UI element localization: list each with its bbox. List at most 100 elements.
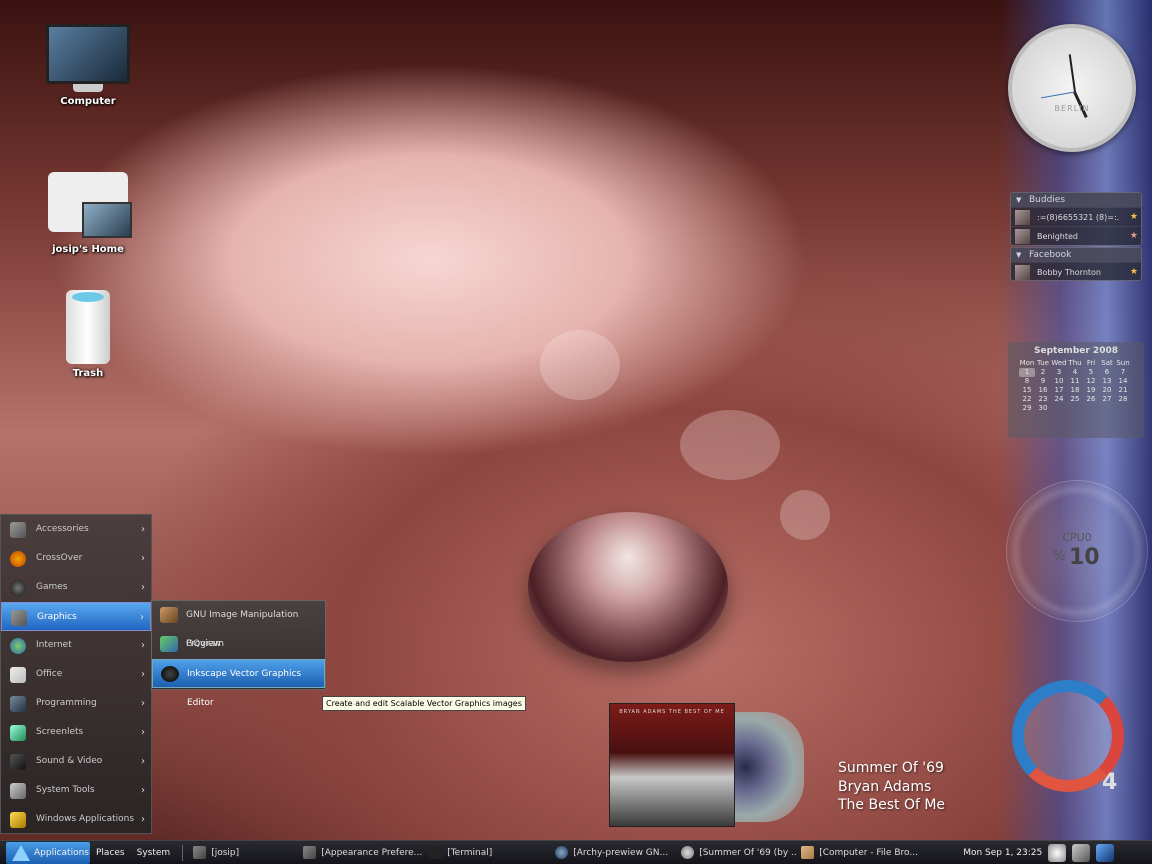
chevron-right-icon: › xyxy=(141,814,145,825)
calendar-grid: Mon Tue Wed Thu Fri Sat Sun 1 2 3 4 5 6 7 8 9 10 11 12 13 14… xyxy=(1019,359,1144,413)
calendar-day[interactable]: 2 xyxy=(1035,368,1051,377)
internet-icon xyxy=(10,638,26,654)
buddy-item[interactable]: Benighted ★ xyxy=(1011,226,1141,245)
task-josip[interactable]: [josip] xyxy=(189,842,299,864)
gimp-icon xyxy=(160,607,178,623)
menu-item-programming[interactable]: Programming › xyxy=(1,689,151,718)
calendar-weekday: Thu xyxy=(1068,359,1082,367)
calendar-day[interactable]: 25 xyxy=(1067,395,1083,404)
calendar-day[interactable]: 17 xyxy=(1051,386,1067,395)
task-label: [Appearance Prefere... xyxy=(321,847,423,858)
calendar-weekday: Wed xyxy=(1051,359,1067,367)
menu-item-crossover[interactable]: CrossOver › xyxy=(1,544,151,573)
calendar-day[interactable]: 13 xyxy=(1099,377,1115,386)
menu-item-system-tools[interactable]: System Tools › xyxy=(1,776,151,805)
calendar-day[interactable]: 3 xyxy=(1051,368,1067,377)
calendar-day[interactable]: 14 xyxy=(1115,377,1131,386)
calendar-day[interactable]: 18 xyxy=(1067,386,1083,395)
volume-icon[interactable] xyxy=(1048,843,1067,862)
buddy-item[interactable]: Bobby Thornton ★ xyxy=(1011,262,1141,281)
appearance-icon xyxy=(303,845,317,859)
buddies-header[interactable]: Buddies xyxy=(1011,193,1141,207)
calendar-day[interactable]: 24 xyxy=(1051,395,1067,404)
cpu-meter-widget[interactable]: CPU0 % 10 xyxy=(1006,480,1148,622)
calendar-day[interactable]: 30 xyxy=(1035,404,1051,413)
buddy-item[interactable]: :=(8)6655321 (8)=:. ★ xyxy=(1011,207,1141,226)
show-desktop-icon[interactable] xyxy=(1096,843,1115,862)
network-icon[interactable] xyxy=(1072,843,1091,862)
calendar-day[interactable]: 5 xyxy=(1083,368,1099,377)
submenu-item-label: GQview xyxy=(186,639,221,649)
album-cover[interactable]: BRYAN ADAMS THE BEST OF ME xyxy=(609,703,735,827)
desktop-icon-computer[interactable]: Computer xyxy=(33,24,143,107)
task-archy[interactable]: [Archy-prewiew GN... xyxy=(551,842,677,864)
programming-icon xyxy=(10,696,26,712)
menu-item-label: Graphics xyxy=(37,612,77,622)
menu-item-label: System Tools xyxy=(36,785,95,795)
calendar-day[interactable]: 19 xyxy=(1083,386,1099,395)
clock-city: BERLIN xyxy=(1054,104,1090,113)
clock-datetime[interactable]: Mon Sep 1, 23:25 xyxy=(963,848,1042,858)
calendar-day[interactable]: 22 xyxy=(1019,395,1035,404)
clock-widget[interactable]: BERLIN xyxy=(1008,24,1136,152)
chevron-right-icon: › xyxy=(141,698,145,709)
system-tools-icon xyxy=(10,783,26,799)
taskbar-separator xyxy=(182,844,184,861)
desktop-icon-trash[interactable]: Trash xyxy=(33,290,143,379)
avatar xyxy=(1015,265,1030,280)
task-music-player[interactable]: [Summer Of '69 (by ... xyxy=(677,842,797,864)
submenu-item-label: Inkscape Vector Graphics Editor xyxy=(187,669,302,708)
menu-item-accessories[interactable]: Accessories › xyxy=(1,515,151,544)
submenu-item-gimp[interactable]: GNU Image Manipulation Program xyxy=(152,601,325,649)
menu-item-internet[interactable]: Internet › xyxy=(1,631,151,660)
calendar-day[interactable]: 9 xyxy=(1035,377,1051,386)
menu-item-screenlets[interactable]: Screenlets › xyxy=(1,718,151,747)
calendar-day[interactable]: 11 xyxy=(1067,377,1083,386)
task-terminal[interactable]: [Terminal] xyxy=(425,842,551,864)
chevron-right-icon: › xyxy=(141,669,145,680)
menu-item-games[interactable]: Games › xyxy=(1,573,151,602)
calendar-day[interactable]: 1 xyxy=(1019,368,1035,377)
calendar-day[interactable]: 6 xyxy=(1099,368,1115,377)
logo-counter: 4 xyxy=(1102,770,1118,795)
crossover-icon xyxy=(10,551,26,567)
task-appearance[interactable]: [Appearance Prefere... xyxy=(299,842,425,864)
submenu-item-gqview[interactable]: GQview xyxy=(152,630,325,659)
menu-item-label: Accessories xyxy=(36,524,89,534)
facebook-header[interactable]: Facebook xyxy=(1011,248,1141,262)
calendar-day[interactable]: 16 xyxy=(1035,386,1051,395)
menu-item-graphics[interactable]: Graphics › xyxy=(1,602,151,631)
calendar-day[interactable]: 26 xyxy=(1083,395,1099,404)
calendar-day[interactable]: 7 xyxy=(1115,368,1131,377)
system-button[interactable]: System xyxy=(131,842,177,864)
calendar-day[interactable]: 29 xyxy=(1019,404,1035,413)
menu-item-office[interactable]: Office › xyxy=(1,660,151,689)
calendar-day[interactable]: 20 xyxy=(1099,386,1115,395)
calendar-day[interactable]: 4 xyxy=(1067,368,1083,377)
desktop-icon-home[interactable]: josip's Home xyxy=(33,172,143,255)
places-button[interactable]: Places xyxy=(90,842,131,864)
home-folder-icon xyxy=(48,172,132,238)
calendar-day[interactable]: 21 xyxy=(1115,386,1131,395)
calendar-day[interactable]: 28 xyxy=(1115,395,1131,404)
calendar-day[interactable]: 8 xyxy=(1019,377,1035,386)
accessories-icon xyxy=(10,522,26,538)
menu-item-windows-apps[interactable]: Windows Applications › xyxy=(1,805,151,834)
cpu-value: 10 xyxy=(1069,545,1100,570)
calendar-day[interactable]: 12 xyxy=(1083,377,1099,386)
calendar-widget[interactable]: September 2008 Mon Tue Wed Thu Fri Sat Sun 1 2 3 4… xyxy=(1008,342,1144,438)
applications-button[interactable]: Applications xyxy=(6,841,90,864)
calendar-day[interactable]: 23 xyxy=(1035,395,1051,404)
calendar-weekday: Mon xyxy=(1019,359,1035,367)
task-file-browser[interactable]: [Computer - File Bro... xyxy=(797,842,957,864)
file-browser-icon xyxy=(801,845,815,859)
calendar-title: September 2008 xyxy=(1034,346,1118,356)
song-artist: Bryan Adams xyxy=(838,779,932,795)
menu-item-sound-video[interactable]: Sound & Video › xyxy=(1,747,151,776)
submenu-item-inkscape[interactable]: Inkscape Vector Graphics Editor xyxy=(152,659,325,708)
calendar-day[interactable]: 27 xyxy=(1099,395,1115,404)
song-album: The Best Of Me xyxy=(838,797,946,813)
calendar-day[interactable]: 10 xyxy=(1051,377,1067,386)
buddies-panel: Buddies :=(8)6655321 (8)=:. ★ Benighted … xyxy=(1010,192,1142,246)
calendar-day[interactable]: 15 xyxy=(1019,386,1035,395)
